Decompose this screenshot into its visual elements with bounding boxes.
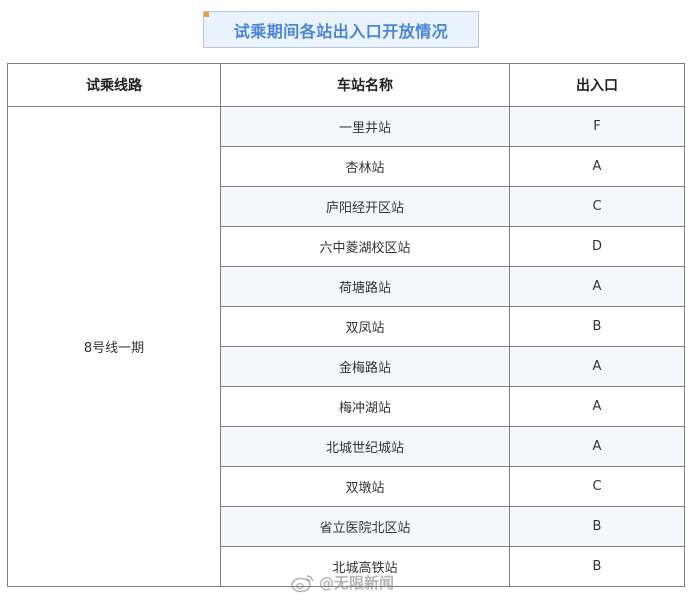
exit-cell: F [509,106,685,147]
exit-cell: B [509,546,685,587]
title-corner-mark [204,12,209,17]
line-name-cell: 8号线一期 [7,106,221,587]
exit-cell: A [509,386,685,427]
exit-cell: A [509,146,685,187]
station-name-cell: 一里井站 [220,106,510,147]
station-name-cell: 北城世纪城站 [220,426,510,467]
header-exit: 出入口 [509,63,685,107]
exit-cell: B [509,306,685,347]
exit-cell: A [509,426,685,467]
station-name-cell: 荷塘路站 [220,266,510,307]
station-name-cell: 梅冲湖站 [220,386,510,427]
title-banner: 试乘期间各站出入口开放情况 [203,11,479,48]
station-name-cell: 双凤站 [220,306,510,347]
station-name-cell: 金梅路站 [220,346,510,387]
station-name-cell: 双墩站 [220,466,510,507]
header-line: 试乘线路 [7,63,221,107]
exit-cell: B [509,506,685,547]
exit-cell: A [509,346,685,387]
station-name-cell: 北城高铁站 [220,546,510,587]
exit-cell: D [509,226,685,267]
station-name-cell: 省立医院北区站 [220,506,510,547]
station-name-cell: 六中菱湖校区站 [220,226,510,267]
page-title: 试乘期间各站出入口开放情况 [233,21,449,41]
table-header-row: 试乘线路 车站名称 出入口 [7,63,685,107]
station-name-cell: 庐阳经开区站 [220,186,510,227]
table-row: 8号线一期 一里井站 F [7,106,685,587]
exit-cell: C [509,466,685,507]
station-name-cell: 杏林站 [220,146,510,187]
exit-cell: C [509,186,685,227]
header-station: 车站名称 [220,63,510,107]
exit-cell: A [509,266,685,307]
station-exit-table: 试乘线路 车站名称 出入口 8号线一期 一里井站 F 杏林站 A 庐阳经开区站 … [7,63,685,587]
